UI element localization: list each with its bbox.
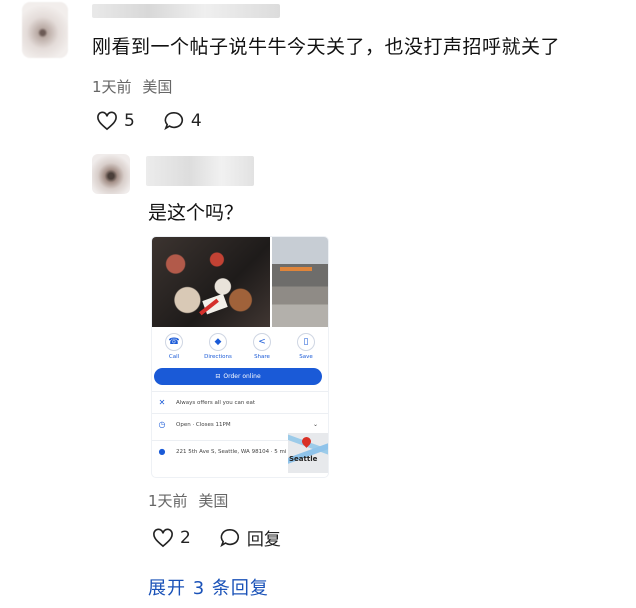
reply-like-button[interactable]: 2 — [152, 528, 191, 548]
reply-meta: 1天前 美国 — [148, 490, 228, 511]
comment-location: 美国 — [142, 78, 173, 96]
share-label: Share — [254, 354, 270, 360]
reply-actions: 2 回复 — [152, 525, 309, 550]
comment-text: 刚看到一个帖子说牛牛今天关了，也没打声招呼就关了 — [92, 36, 561, 58]
order-online-button: ⊟ Order online — [154, 368, 322, 385]
commenter-avatar[interactable] — [22, 2, 68, 58]
call-label: Call — [168, 354, 180, 360]
speech-bubble-icon — [220, 528, 239, 547]
commenter-name-redacted[interactable] — [92, 4, 280, 18]
clock-icon: ◷ — [158, 420, 166, 429]
info-row-hours: ◷ Open · Closes 11PM ⌄ — [152, 413, 328, 435]
reply-avatar[interactable] — [92, 154, 130, 194]
directions-label: Directions — [204, 354, 232, 360]
directions-action: ◆ Directions — [201, 333, 235, 360]
comment-time: 1天前 — [92, 78, 132, 96]
mini-map: Seattle — [288, 433, 328, 473]
like-button[interactable]: 5 — [96, 111, 135, 131]
reply-like-count: 2 — [180, 527, 191, 548]
expand-replies-link[interactable]: 展开 3 条回复 — [148, 574, 269, 600]
bookmark-icon: ▯ — [297, 333, 315, 351]
comment-actions: 5 4 — [96, 111, 230, 131]
place-action-icons: ☎ Call ◆ Directions < Share ▯ Save — [152, 333, 328, 360]
reply-image-map-screenshot[interactable]: ☎ Call ◆ Directions < Share ▯ Save ⊟ Ord… — [152, 237, 328, 477]
save-action: ▯ Save — [289, 333, 323, 360]
heart-icon — [153, 528, 173, 547]
phone-icon: ☎ — [165, 333, 183, 351]
map-pin-icon — [300, 435, 313, 448]
info-row-offers: ✕ Always offers all you can eat — [152, 391, 328, 413]
heart-icon — [97, 111, 117, 131]
hours-text: Open · Closes 11PM — [176, 421, 231, 428]
reply-text: 是这个吗？ — [148, 202, 244, 224]
comment-button[interactable]: 4 — [163, 111, 202, 131]
reply-reply-label: 回复 — [246, 530, 281, 550]
reply-time: 1天前 — [148, 492, 188, 510]
call-action: ☎ Call — [157, 333, 191, 360]
storefront-sign — [280, 267, 312, 271]
reply-reply-button[interactable]: 回复 — [219, 525, 281, 550]
cart-icon: ⊟ — [215, 373, 221, 380]
comment-count: 4 — [190, 111, 202, 131]
address-text: 221 5th Ave S, Seattle, WA 98104 · 5 mi — [176, 448, 287, 455]
comment-meta: 1天前 美国 — [92, 76, 172, 97]
food-photo — [152, 237, 270, 327]
order-online-label: Order online — [223, 373, 261, 380]
map-city-label: Seattle — [289, 455, 318, 463]
location-pin-icon: ● — [158, 447, 166, 456]
storefront-photo — [272, 237, 328, 327]
offers-text: Always offers all you can eat — [176, 399, 256, 406]
chevron-down-icon: ⌄ — [312, 421, 318, 428]
save-label: Save — [299, 354, 313, 360]
directions-icon: ◆ — [209, 333, 227, 351]
like-count: 5 — [124, 111, 135, 131]
reply-name-redacted[interactable] — [146, 156, 254, 186]
speech-bubble-icon — [164, 111, 183, 131]
share-action: < Share — [245, 333, 279, 360]
share-icon: < — [253, 333, 271, 351]
fork-knife-icon: ✕ — [158, 398, 166, 407]
reply-location: 美国 — [198, 492, 229, 510]
